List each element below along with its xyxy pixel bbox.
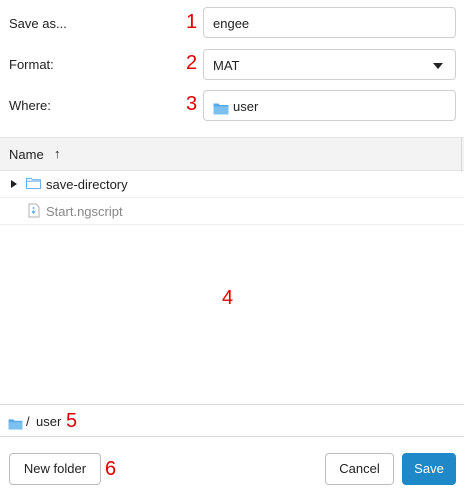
new-folder-button[interactable]: New folder bbox=[9, 453, 101, 485]
where-label: Where: bbox=[9, 98, 51, 113]
name-column-header[interactable]: Name bbox=[9, 147, 44, 162]
folder-name: save-directory bbox=[46, 177, 128, 192]
where-row: Where: 3 user bbox=[0, 86, 464, 126]
folder-icon bbox=[26, 177, 41, 192]
script-file-icon bbox=[28, 203, 40, 221]
cancel-button[interactable]: Cancel bbox=[325, 453, 394, 485]
annotation-1: 1 bbox=[186, 11, 198, 33]
annotation-4: 4 bbox=[222, 287, 234, 309]
breadcrumb-item-user[interactable]: user bbox=[36, 414, 61, 429]
list-item[interactable]: Start.ngscript bbox=[0, 198, 464, 225]
annotation-3: 3 bbox=[186, 93, 198, 115]
save-button[interactable]: Save bbox=[402, 453, 456, 485]
folder-icon bbox=[213, 100, 229, 115]
format-label: Format: bbox=[9, 57, 54, 72]
column-divider bbox=[461, 138, 462, 172]
list-item[interactable]: save-directory bbox=[0, 171, 464, 198]
format-select[interactable]: MAT bbox=[203, 49, 456, 80]
breadcrumb-separator: / bbox=[26, 414, 30, 429]
where-location-picker[interactable]: user bbox=[203, 90, 456, 121]
breadcrumb: / user 5 bbox=[0, 404, 464, 437]
caret-down-icon bbox=[433, 63, 443, 69]
save-as-value: engee bbox=[213, 16, 250, 31]
annotation-2: 2 bbox=[186, 52, 198, 74]
file-list-header[interactable]: Name ↑ bbox=[0, 137, 464, 172]
file-name: Start.ngscript bbox=[46, 204, 123, 219]
annotation-5: 5 bbox=[66, 410, 78, 432]
folder-icon[interactable] bbox=[8, 415, 23, 430]
format-value: MAT bbox=[213, 58, 240, 73]
format-row: Format: 2 MAT bbox=[0, 45, 464, 85]
annotation-6: 6 bbox=[105, 458, 117, 480]
save-as-row: Save as... 1 engee bbox=[0, 4, 464, 44]
save-as-label: Save as... bbox=[9, 16, 67, 31]
sort-ascending-icon: ↑ bbox=[54, 146, 61, 161]
expand-arrow-icon[interactable] bbox=[11, 180, 17, 188]
where-value: user bbox=[233, 99, 259, 114]
save-as-input[interactable]: engee bbox=[203, 7, 456, 38]
